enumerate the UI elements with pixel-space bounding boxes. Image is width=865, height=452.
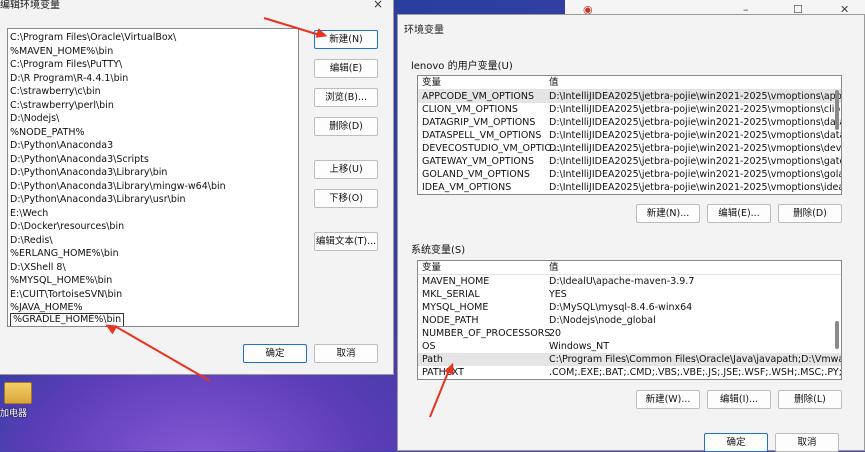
move-up-button[interactable]: 上移(U) [314,160,378,179]
list-item[interactable]: %NODE_PATH% [10,126,85,140]
path-list[interactable]: C:\Program Files\Oracle\VirtualBox\ %MAV… [7,28,299,327]
list-item[interactable]: C:\Program Files\Oracle\VirtualBox\ [10,31,176,45]
delete-button[interactable]: 删除(D) [314,117,378,136]
env-vars-dialog: 环境变量 lenovo 的用户变量(U) 变量 值 APPCODE_VM_OPT… [397,14,865,452]
table-row[interactable]: IDEA_VM_OPTIONS D:\IntelliJIDEA2025\jetbr… [418,181,841,194]
user-vars-label: lenovo 的用户变量(U) [411,61,513,72]
list-item[interactable]: C:\Program Files\PuTTY\ [10,58,122,72]
list-item[interactable]: %MYSQL_HOME%\bin [10,274,112,288]
list-item[interactable]: C:\strawberry\c\bin [10,85,101,99]
table-row[interactable]: APPCODE_VM_OPTIONS D:\IntelliJIDEA2025\je… [418,90,841,103]
edit-env-var-dialog: 编辑环境变量 × C:\Program Files\Oracle\Virtual… [0,0,394,375]
desktop-shortcut[interactable]: 加电器 [0,382,34,419]
ok-button[interactable]: 确定 [704,433,768,452]
system-vars-table[interactable]: 变量 值 MAVEN_HOME D:\IdealU\apache-maven-3.… [417,260,842,380]
table-row[interactable]: GOLAND_VM_OPTIONS D:\IntelliJIDEA2025\jet… [418,168,841,181]
cancel-button[interactable]: 取消 [314,344,378,363]
system-new-button[interactable]: 新建(W)... [636,390,700,409]
edit-text-button[interactable]: 编辑文本(T)... [314,232,378,251]
system-delete-button[interactable]: 删除(L) [778,390,842,409]
table-scrollbar[interactable] [835,90,839,130]
table-row-selected[interactable]: Path C:\Program Files\Common Files\Oracle… [418,353,841,366]
list-item[interactable]: E:\CUIT\TortoiseSVN\bin [10,288,122,302]
dialog-title: 环境变量 [404,25,444,36]
list-item[interactable]: %MAVEN_HOME%\bin [10,45,113,59]
user-edit-button[interactable]: 编辑(E)... [707,204,771,223]
table-row[interactable]: PATHEXT .COM;.EXE;.BAT;.CMD;.VBS;.VBE;.JS… [418,366,841,379]
table-header: 变量 值 [418,261,841,275]
folder-icon [4,382,32,404]
table-row[interactable]: MKL_SERIAL YES [418,288,841,301]
list-item[interactable]: D:\Redis\ [10,234,53,248]
table-row[interactable]: DATAGRIP_VM_OPTIONS D:\IntelliJIDEA2025\j… [418,116,841,129]
table-scrollbar[interactable] [835,321,839,349]
system-edit-button[interactable]: 编辑(I)... [707,390,771,409]
move-down-button[interactable]: 下移(O) [314,189,378,208]
table-row[interactable]: NUMBER_OF_PROCESSORS 20 [418,327,841,340]
table-row[interactable]: CLION_VM_OPTIONS D:\IntelliJIDEA2025\jetb… [418,103,841,116]
browse-button[interactable]: 浏览(B)... [314,88,378,107]
table-row[interactable]: MYSQL_HOME D:\MySQL\mysql-8.4.6-winx64 [418,301,841,314]
list-item[interactable]: D:\Python\Anaconda3\Library\mingw-w64\bi… [10,180,226,194]
user-vars-table[interactable]: 变量 值 APPCODE_VM_OPTIONS D:\IntelliJIDEA20… [417,75,842,195]
user-new-button[interactable]: 新建(N)... [636,204,700,223]
system-vars-label: 系统变量(S) [411,245,466,256]
table-header: 变量 值 [418,76,841,90]
list-item[interactable]: D:\R Program\R-4.4.1\bin [10,72,128,86]
edit-button[interactable]: 编辑(E) [314,59,378,78]
list-item[interactable]: D:\Nodejs\ [10,112,59,126]
list-item[interactable]: D:\Python\Anaconda3 [10,139,113,153]
list-item[interactable]: D:\Python\Anaconda3\Library\usr\bin [10,193,186,207]
list-item[interactable]: D:\XShell 8\ [10,261,66,275]
column-header-variable: 变量 [422,77,442,88]
table-row[interactable]: NODE_PATH D:\Nodejs\node_global [418,314,841,327]
scrollbar-thumb[interactable] [298,166,299,321]
table-row[interactable]: DEVECOSTUDIO_VM_OPTIO... D:\IntelliJIDEA2… [418,142,841,155]
list-item[interactable]: D:\Python\Anaconda3\Library\bin [10,166,167,180]
column-header-variable: 变量 [422,262,442,273]
list-item[interactable]: C:\strawberry\perl\bin [10,99,114,113]
table-row[interactable]: GATEWAY_VM_OPTIONS D:\IntelliJIDEA2025\je… [418,155,841,168]
column-header-value: 值 [549,77,559,88]
close-icon[interactable]: × [373,0,383,11]
dialog-title: 编辑环境变量 [0,0,60,11]
list-scrollbar[interactable] [298,31,299,326]
table-row[interactable]: OS Windows_NT [418,340,841,353]
table-row[interactable]: DATASPELL_VM_OPTIONS D:\IntelliJIDEA2025\… [418,129,841,142]
cancel-button[interactable]: 取消 [775,433,839,452]
column-header-value: 值 [549,262,559,273]
list-item[interactable]: %ERLANG_HOME%\bin [10,247,119,261]
list-item[interactable]: D:\Docker\resources\bin [10,220,124,234]
table-row[interactable]: MAVEN_HOME D:\IdealU\apache-maven-3.9.7 [418,275,841,288]
list-item[interactable]: E:\Wech [10,207,48,221]
ok-button[interactable]: 确定 [243,344,307,363]
desktop-shortcut-label: 加电器 [0,409,28,419]
user-delete-button[interactable]: 删除(D) [778,204,842,223]
list-item[interactable]: D:\Python\Anaconda3\Scripts [10,153,149,167]
